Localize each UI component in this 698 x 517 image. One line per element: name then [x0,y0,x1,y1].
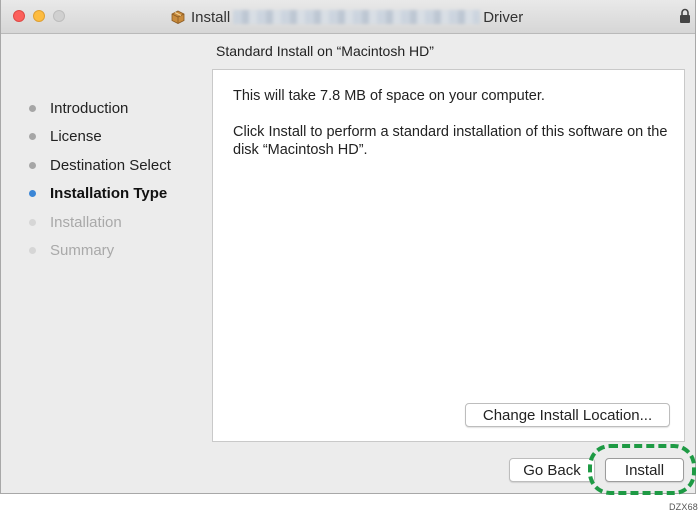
step-active-bullet-icon [29,190,36,198]
zoom-window-button [53,10,65,22]
step-bullet-icon [29,104,36,112]
step-introduction: Introduction [29,94,171,123]
step-label: License [50,128,102,146]
change-install-location-button[interactable]: Change Install Location... [465,403,670,427]
minimize-window-button[interactable] [33,10,45,22]
install-button[interactable]: Install [605,458,684,482]
installer-steps: Introduction License Destination Select … [29,94,171,265]
go-back-button[interactable]: Go Back [509,458,595,482]
step-bullet-icon [29,218,36,226]
step-label: Introduction [50,99,129,117]
step-summary: Summary [29,237,171,266]
window-title: Install Driver [171,0,523,34]
step-label: Summary [50,242,115,260]
package-icon [171,10,185,24]
content-panel: This will take 7.8 MB of space on your c… [212,69,685,442]
step-installation: Installation [29,208,171,237]
close-window-button[interactable] [13,10,25,22]
step-destination-select: Destination Select [29,151,171,180]
title-suffix: Driver [483,8,524,26]
redacted-product-name [233,10,481,24]
installer-window: Install Driver Standard Install on “Maci… [0,0,696,494]
lock-icon [680,8,690,23]
figure-code: DZX68 [668,502,698,512]
step-bullet-icon [29,161,36,169]
step-installation-type: Installation Type [29,180,171,209]
step-bullet-icon [29,133,36,141]
step-label: Installation Type [50,185,168,203]
install-instructions-text: Click Install to perform a standard inst… [233,124,668,158]
step-label: Destination Select [50,156,171,174]
space-required-text: This will take 7.8 MB of space on your c… [233,88,545,104]
title-bar[interactable]: Install Driver [1,0,695,34]
step-label: Installation [50,213,122,231]
title-prefix: Install [191,8,231,26]
step-license: License [29,123,171,152]
step-bullet-icon [29,247,36,255]
page-subheading: Standard Install on “Macintosh HD” [216,43,434,59]
